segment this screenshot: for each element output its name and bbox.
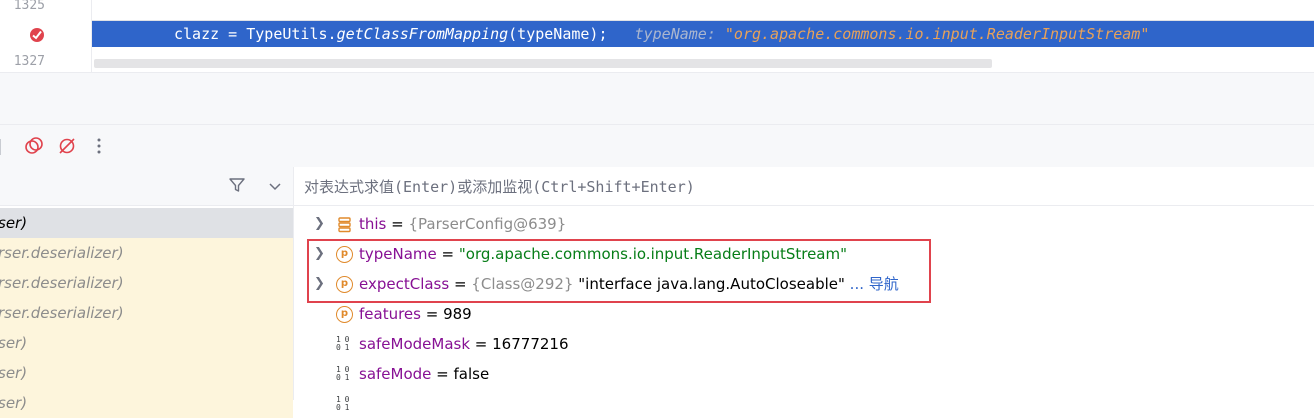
variable-row[interactable]: p features = 989 bbox=[294, 299, 1314, 329]
variable-name: safeMode bbox=[359, 365, 432, 383]
variable-value: 989 bbox=[443, 305, 472, 323]
line-number: 1325 bbox=[13, 0, 45, 13]
code-editor: 1325 1327 clazz = TypeUtils.getClassFrom… bbox=[0, 0, 1314, 72]
variable-name: this bbox=[359, 215, 387, 233]
variable-row[interactable]: 1 00 1 safeMode = false bbox=[294, 359, 1314, 389]
parameter-icon: p bbox=[336, 306, 353, 323]
frame-item[interactable]: ser) bbox=[0, 328, 293, 358]
editor-gutter[interactable]: 1325 1327 bbox=[0, 0, 92, 72]
code-line: clazz = TypeUtils.getClassFromMapping(ty… bbox=[174, 25, 1149, 43]
field-list-icon bbox=[338, 217, 351, 233]
inline-hint-name: typeName: bbox=[634, 25, 716, 43]
variable-row[interactable]: 1 00 1 bbox=[294, 389, 1314, 419]
frames-header bbox=[0, 167, 293, 206]
variable-ref: {ParserConfig@639} bbox=[408, 215, 567, 233]
current-execution-line[interactable]: clazz = TypeUtils.getClassFromMapping(ty… bbox=[92, 21, 1314, 47]
frame-item[interactable]: ser) bbox=[0, 358, 293, 388]
frame-item[interactable]: rser.deserializer) bbox=[0, 298, 293, 328]
panel-spacer bbox=[0, 72, 1314, 125]
line-number: 1327 bbox=[13, 54, 45, 69]
frame-item[interactable]: ser) bbox=[0, 208, 293, 238]
evaluate-placeholder: 对表达式求值(Enter)或添加监视(Ctrl+Shift+Enter) bbox=[304, 178, 695, 196]
code-suffix: (typeName); bbox=[508, 25, 608, 43]
toolbar-separator bbox=[0, 139, 1, 155]
filter-icon[interactable] bbox=[228, 176, 246, 194]
chevron-down-icon[interactable] bbox=[268, 179, 282, 193]
frames-panel: ser) rser.deserializer) rser.deserialize… bbox=[0, 167, 294, 418]
frame-item[interactable]: rser.deserializer) bbox=[0, 268, 293, 298]
frame-item[interactable]: ser) bbox=[0, 388, 293, 418]
binary-icon: 1 00 1 bbox=[336, 365, 349, 382]
debug-toolbar bbox=[0, 124, 1314, 168]
horizontal-scrollbar[interactable] bbox=[94, 59, 992, 68]
binary-icon: 1 00 1 bbox=[336, 335, 349, 352]
annotation-highlight-box bbox=[307, 239, 931, 303]
variable-value: 16777216 bbox=[492, 335, 569, 353]
code-method: getClassFromMapping bbox=[336, 25, 509, 43]
inline-hint-value: "org.apache.commons.io.input.ReaderInput… bbox=[724, 25, 1150, 43]
code-prefix: clazz = TypeUtils. bbox=[174, 25, 337, 43]
variable-name: features bbox=[359, 305, 421, 323]
breakpoints-icon[interactable] bbox=[24, 136, 44, 156]
frame-item[interactable]: rser.deserializer) bbox=[0, 238, 293, 268]
chevron-right-icon[interactable]: ❯ bbox=[314, 209, 325, 239]
variable-name: safeModeMask bbox=[359, 335, 471, 353]
variable-row[interactable]: ❯ this = {ParserConfig@639} bbox=[294, 209, 1314, 239]
variable-value: false bbox=[453, 365, 490, 383]
binary-icon: 1 00 1 bbox=[336, 395, 349, 412]
breakpoint-icon[interactable] bbox=[29, 27, 45, 43]
mute-breakpoints-icon[interactable] bbox=[57, 136, 77, 156]
variable-row[interactable]: 1 00 1 safeModeMask = 16777216 bbox=[294, 329, 1314, 359]
evaluate-expression-field[interactable]: 对表达式求值(Enter)或添加监视(Ctrl+Shift+Enter) bbox=[294, 167, 1314, 206]
more-icon[interactable] bbox=[89, 136, 109, 156]
